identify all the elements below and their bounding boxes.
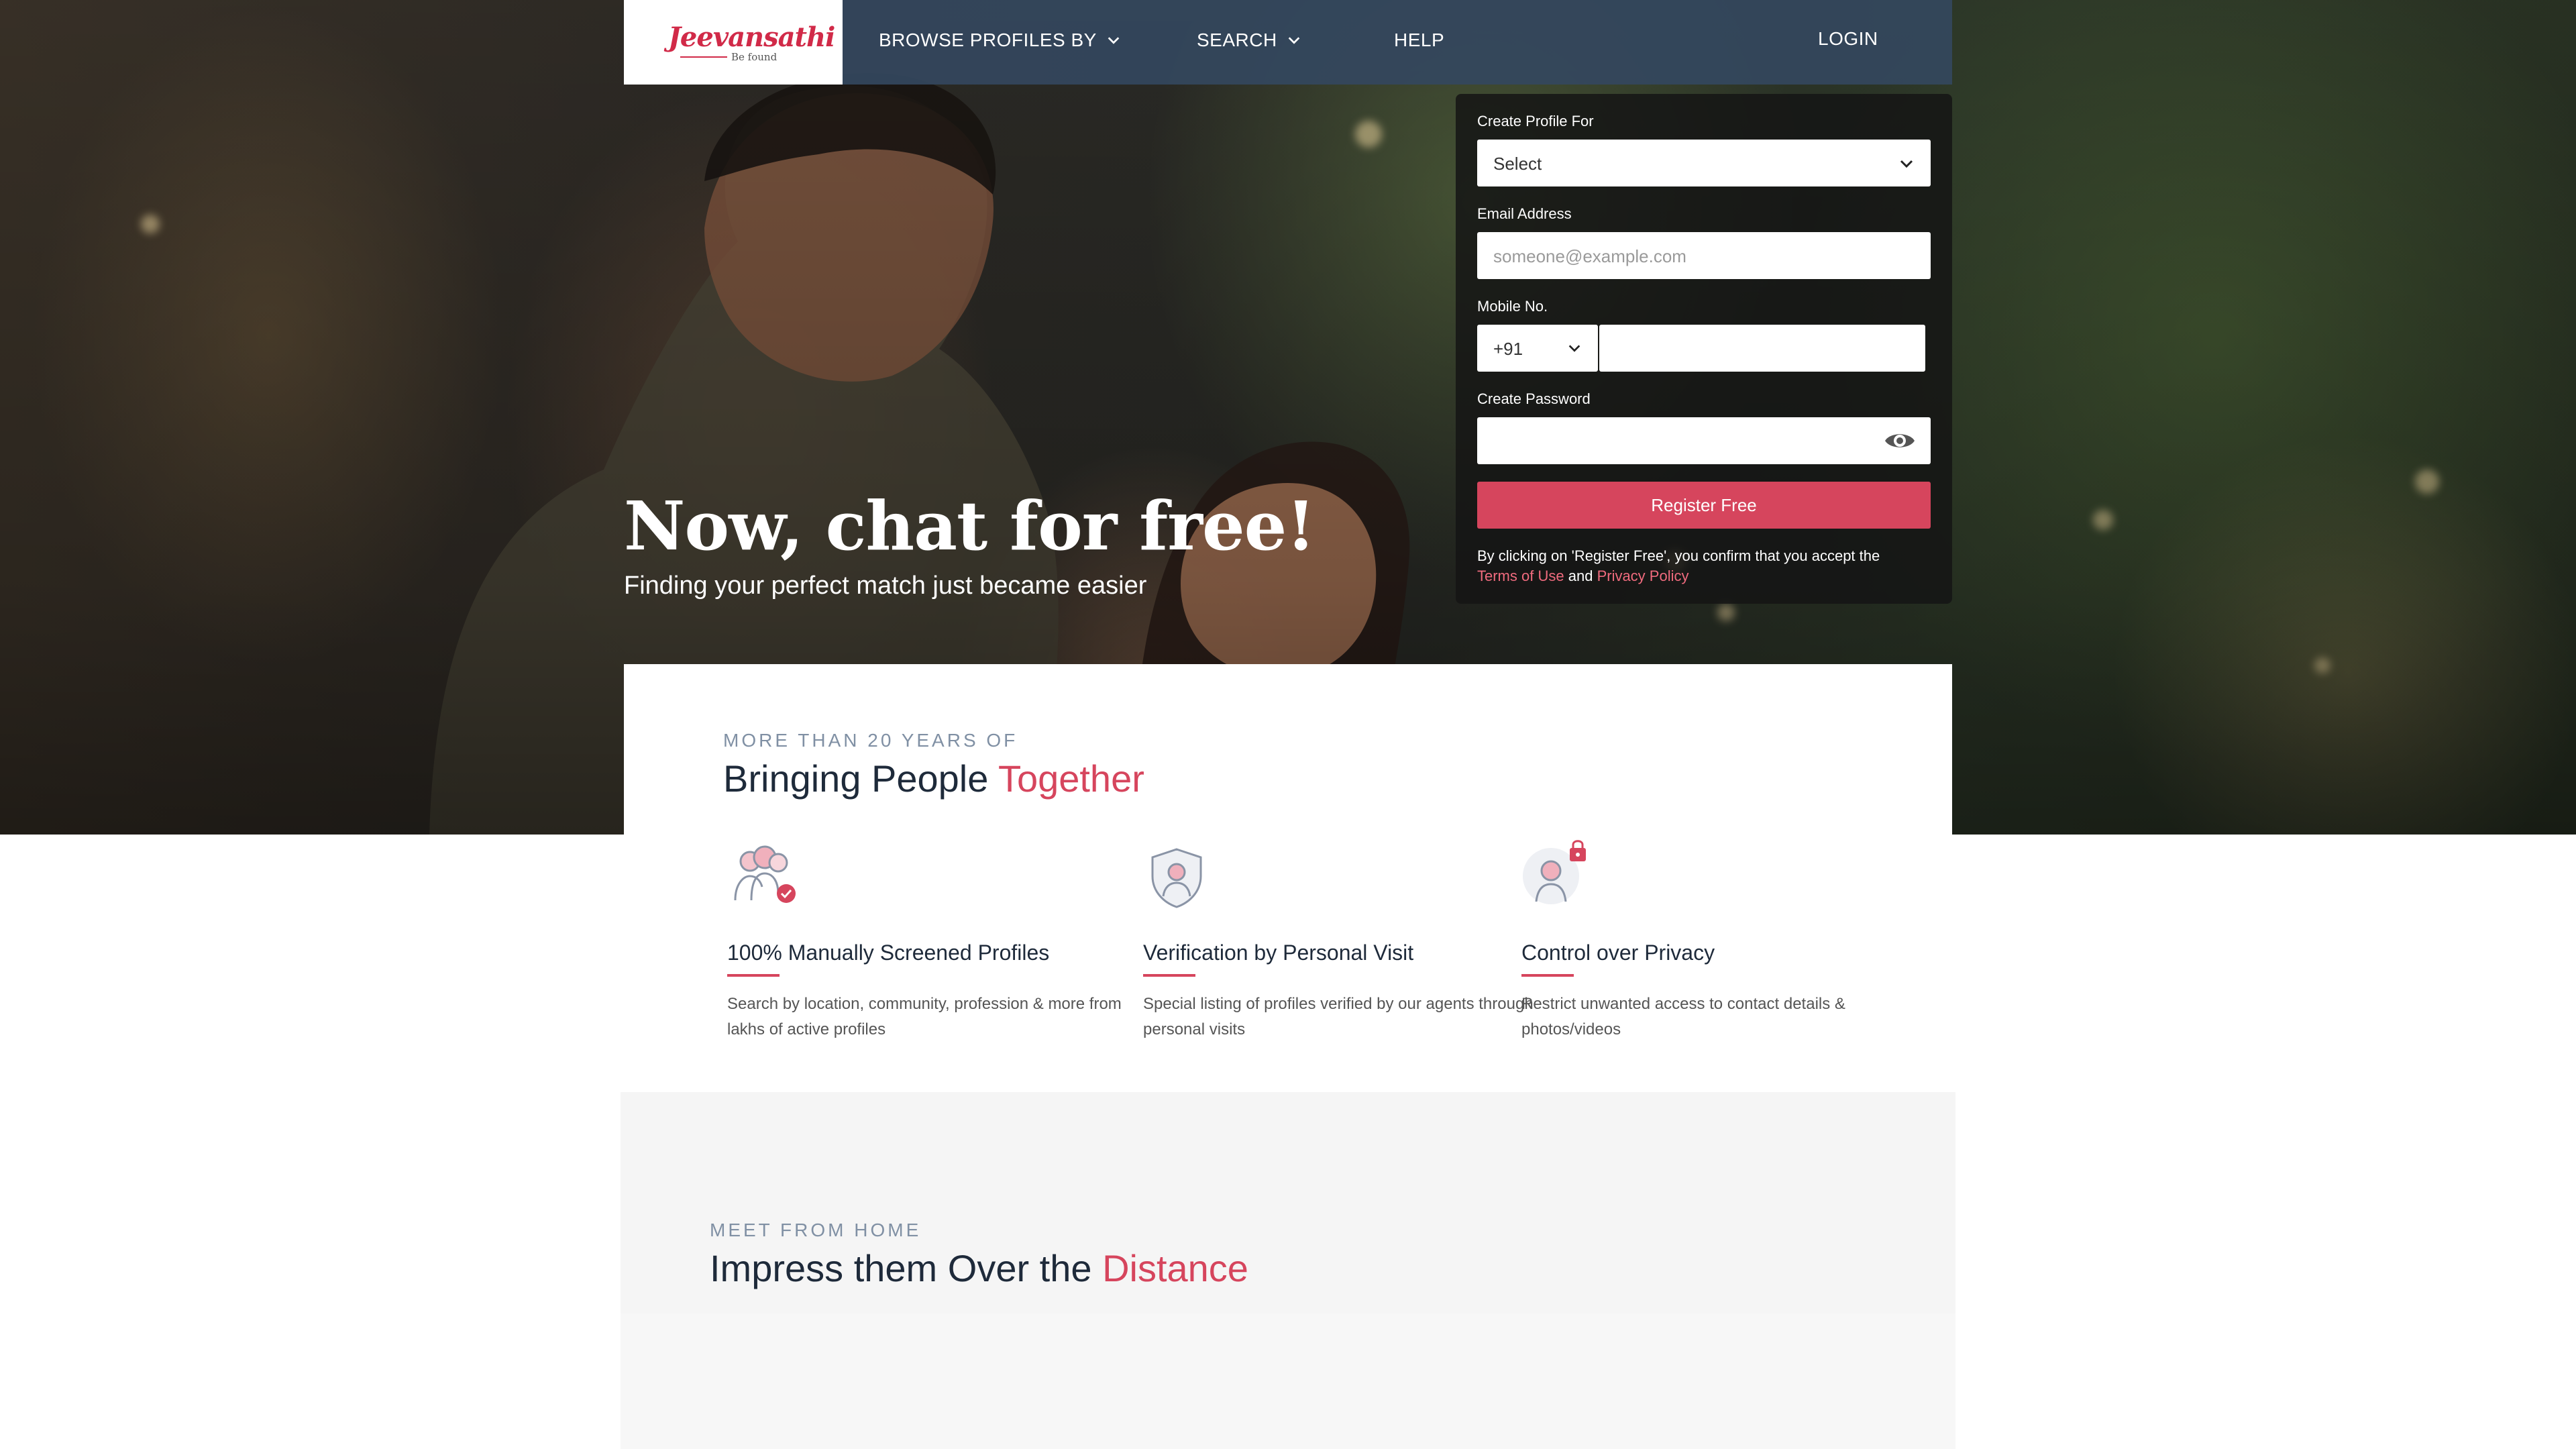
feature-description: Special listing of profiles verified by … <box>1143 995 1534 1038</box>
features-heading-accent: Together <box>998 757 1144 800</box>
feature-underline <box>1143 974 1195 977</box>
nav-search-label: SEARCH <box>1197 30 1277 50</box>
top-nav: Jeevansathi Be found BROWSE PROFILES BY … <box>624 0 1952 85</box>
hero-subtitle: Finding your perfect match just became e… <box>624 572 1147 600</box>
feature-description: Search by location, community, professio… <box>727 995 1122 1038</box>
profile-for-value: Select <box>1493 154 1542 174</box>
privacy-lock-icon <box>1523 840 1586 904</box>
terms-and: and <box>1568 568 1593 584</box>
verified-shield-icon <box>1151 848 1202 908</box>
logo-tagline: Be found <box>731 51 777 63</box>
features-heading-main: Bringing People <box>723 757 989 800</box>
registration-form: Create Profile For Select Email Address … <box>1456 94 1952 604</box>
terms-text: By clicking on 'Register Free', you conf… <box>1477 546 1933 586</box>
logo-underline <box>680 56 727 58</box>
meet-content-area <box>621 1313 1955 1449</box>
meet-section: MEET FROM HOME Impress them Over the Dis… <box>621 1092 1955 1449</box>
profile-for-select[interactable]: Select <box>1477 140 1931 186</box>
nav-search[interactable]: SEARCH <box>1197 30 1301 51</box>
chevron-down-icon <box>1288 37 1300 44</box>
meet-heading: Impress them Over the Distance <box>710 1246 1248 1290</box>
meet-eyebrow: MEET FROM HOME <box>710 1220 922 1240</box>
country-code-select[interactable]: +91 <box>1477 325 1598 372</box>
password-field[interactable] <box>1477 417 1931 464</box>
terms-prefix: By clicking on 'Register Free', you conf… <box>1477 547 1880 564</box>
nav-browse-label: BROWSE PROFILES BY <box>879 30 1097 50</box>
register-free-button[interactable]: Register Free <box>1477 482 1931 529</box>
meet-heading-main: Impress them Over the <box>710 1247 1092 1289</box>
nav-help-label: HELP <box>1394 30 1445 50</box>
privacy-policy-link[interactable]: Privacy Policy <box>1597 568 1689 584</box>
feature-underline <box>727 974 780 977</box>
country-code-value: +91 <box>1493 339 1523 359</box>
logo[interactable]: Jeevansathi Be found <box>624 0 843 85</box>
feature-description: Restrict unwanted access to contact deta… <box>1521 995 1845 1038</box>
mobile-number-field[interactable] <box>1599 325 1925 372</box>
hero-title: Now, chat for free! <box>624 486 1316 566</box>
feature-title: Verification by Personal Visit <box>1143 941 1414 965</box>
features-card: MORE THAN 20 YEARS OF Bringing People To… <box>624 664 1952 1092</box>
password-label: Create Password <box>1477 390 1591 407</box>
terms-of-use-link[interactable]: Terms of Use <box>1477 568 1564 584</box>
eye-icon[interactable] <box>1884 429 1916 452</box>
features-eyebrow: MORE THAN 20 YEARS OF <box>723 730 1018 751</box>
chevron-down-icon <box>1900 160 1913 168</box>
email-placeholder: someone@example.com <box>1493 246 1686 266</box>
feature-title: 100% Manually Screened Profiles <box>727 941 1050 965</box>
nav-help[interactable]: HELP <box>1394 30 1444 51</box>
meet-heading-accent: Distance <box>1102 1247 1248 1289</box>
chevron-down-icon <box>1108 37 1120 44</box>
nav-login[interactable]: LOGIN <box>1818 28 1878 50</box>
email-field[interactable]: someone@example.com <box>1477 232 1931 279</box>
chevron-down-icon <box>1568 345 1580 352</box>
logo-text: Jeevansathi <box>668 21 835 53</box>
feature-underline <box>1521 974 1574 977</box>
feature-title: Control over Privacy <box>1521 941 1715 965</box>
page: { "nav": { "logo_text": "Jeevansathi", "… <box>0 0 2576 1449</box>
nav-login-label: LOGIN <box>1818 28 1878 49</box>
email-label: Email Address <box>1477 205 1572 222</box>
mobile-label: Mobile No. <box>1477 298 1548 315</box>
features-heading: Bringing People Together <box>723 757 1144 800</box>
nav-browse-profiles[interactable]: BROWSE PROFILES BY <box>879 30 1121 51</box>
profile-for-label: Create Profile For <box>1477 113 1594 129</box>
screened-profiles-icon <box>734 845 796 903</box>
